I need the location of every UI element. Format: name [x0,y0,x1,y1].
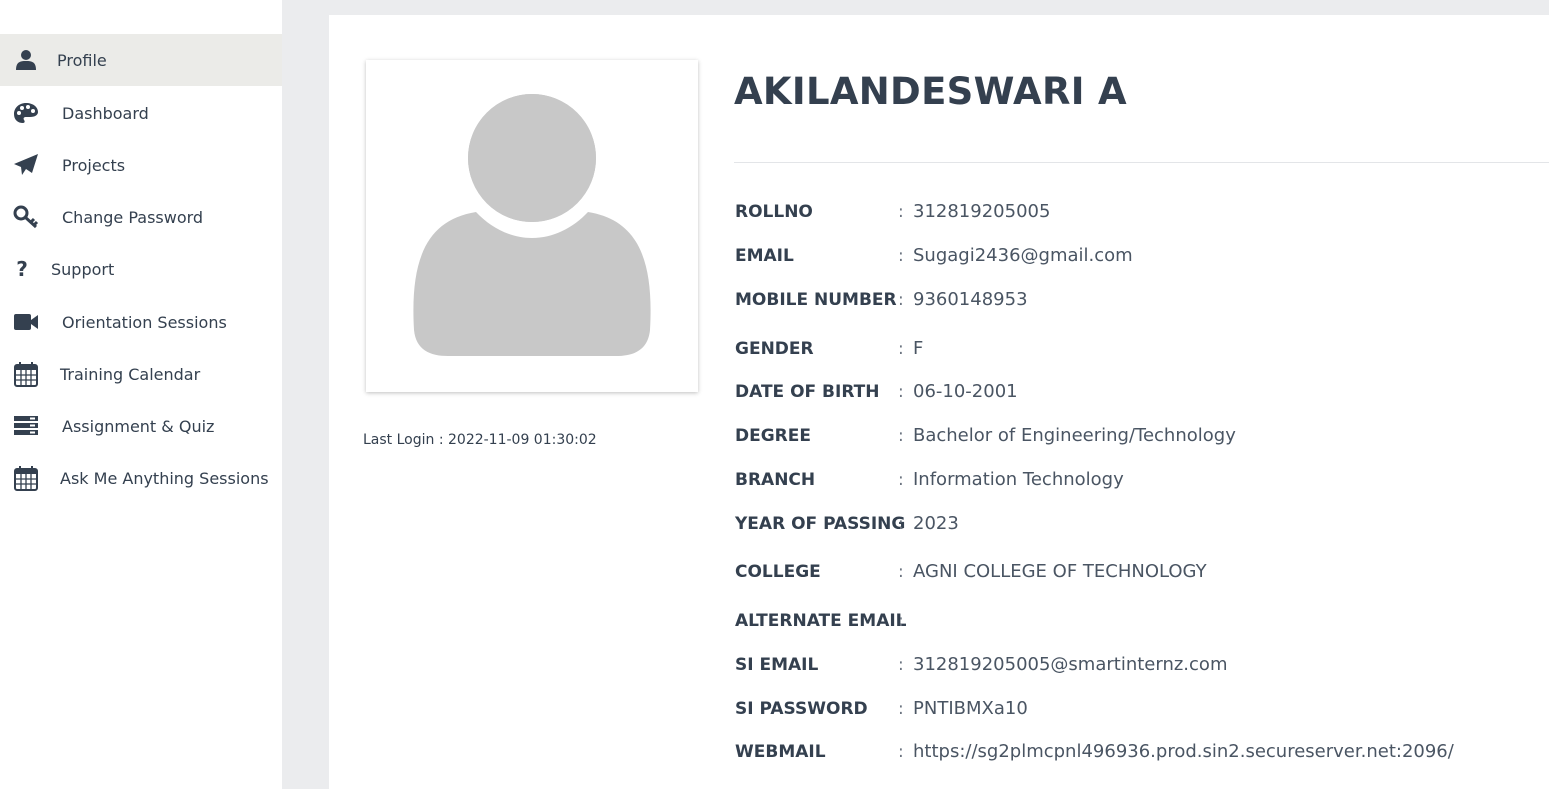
sidebar-item-label: Projects [62,155,126,175]
field-value-year-of-passing: 2023 [913,513,959,534]
field-colon: : [898,382,904,402]
field-value-rollno: 312819205005 [913,201,1051,222]
field-value-webmail[interactable]: https://sg2plmcpnl496936.prod.sin2.secur… [913,741,1454,762]
sidebar-item-support[interactable]: ? Support [0,243,282,295]
divider [734,162,1549,163]
field-value-email: Sugagi2436@gmail.com [913,245,1133,266]
sidebar-item-assignment-quiz[interactable]: Assignment & Quiz [0,400,282,452]
sidebar-item-ask-me-anything[interactable]: Ask Me Anything Sessions [0,452,282,504]
field-label-webmail: WEBMAIL [735,742,826,762]
field-label-alternate-email: ALTERNATE EMAIL [735,611,907,631]
palette-icon [12,99,40,127]
sidebar-item-label: Profile [57,50,107,70]
field-value-branch: Information Technology [913,469,1124,490]
sidebar-item-label: Training Calendar [60,364,201,384]
sidebar-item-label: Dashboard [62,103,149,123]
field-colon: : [898,246,904,266]
page-title: AKILANDESWARI A [734,70,1127,113]
field-colon: : [898,290,904,310]
paper-plane-icon [12,151,40,179]
field-label-year-of-passing: YEAR OF PASSING [735,514,906,534]
key-icon [12,203,40,231]
question-icon: ? [16,257,28,281]
field-label-si-email: SI EMAIL [735,655,819,675]
field-colon: : [898,699,904,719]
field-value-gender: F [913,338,924,359]
profile-photo-frame [366,60,698,392]
calendar-icon [12,464,40,492]
field-label-branch: BRANCH [735,470,816,490]
server-icon [12,412,40,440]
field-colon: : [898,426,904,446]
sidebar-item-dashboard[interactable]: Dashboard [0,87,282,139]
user-icon [12,46,40,74]
field-colon: : [898,202,904,222]
field-value-degree: Bachelor of Engineering/Technology [913,425,1236,446]
field-colon: : [898,655,904,675]
field-label-mobile-number: MOBILE NUMBER [735,290,897,310]
field-colon: : [898,562,904,582]
default-avatar-icon [413,88,651,356]
field-colon: : [898,742,904,762]
field-label-rollno: ROLLNO [735,202,813,222]
field-label-email: EMAIL [735,246,794,266]
field-value-si-email: 312819205005@smartinternz.com [913,654,1228,675]
sidebar-item-training-calendar[interactable]: Training Calendar [0,348,282,400]
sidebar-item-label: Support [51,259,115,279]
field-value-date-of-birth: 06-10-2001 [913,381,1018,402]
sidebar-item-label: Ask Me Anything Sessions [60,468,269,488]
field-label-date-of-birth: DATE OF BIRTH [735,382,880,402]
video-camera-icon [12,308,40,336]
sidebar: Profile Dashboard Projects Change Passwo… [0,0,282,789]
last-login-text: Last Login : 2022-11-09 01:30:02 [363,432,597,448]
field-colon: : [898,470,904,490]
field-value-mobile-number: 9360148953 [913,289,1028,310]
sidebar-item-profile[interactable]: Profile [0,34,282,86]
calendar-icon [12,360,40,388]
field-colon: : [898,339,904,359]
field-label-si-password: SI PASSWORD [735,699,868,719]
field-colon: : [898,611,904,631]
sidebar-item-change-password[interactable]: Change Password [0,191,282,243]
sidebar-item-projects[interactable]: Projects [0,139,282,191]
field-colon: : [898,514,904,534]
sidebar-item-label: Change Password [62,207,204,227]
field-label-degree: DEGREE [735,426,811,446]
field-value-si-password: PNTIBMXa10 [913,698,1028,719]
sidebar-item-label: Assignment & Quiz [62,416,215,436]
sidebar-item-orientation-sessions[interactable]: Orientation Sessions [0,296,282,348]
field-value-college: AGNI COLLEGE OF TECHNOLOGY [913,561,1207,582]
field-label-college: COLLEGE [735,562,821,582]
sidebar-item-label: Orientation Sessions [62,312,227,332]
field-label-gender: GENDER [735,339,814,359]
